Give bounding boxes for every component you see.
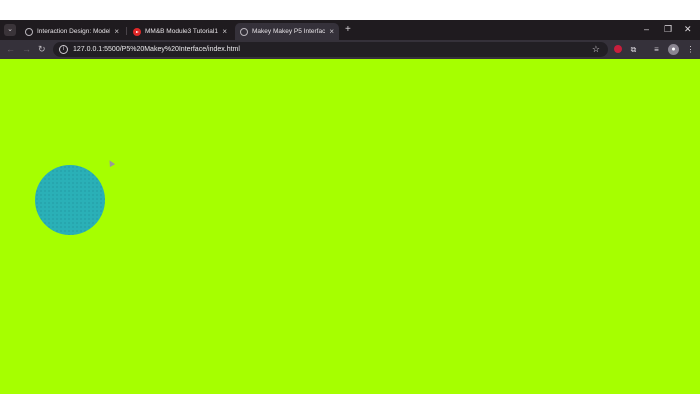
- tab-separator: [126, 27, 127, 35]
- youtube-icon: [133, 27, 141, 36]
- close-icon[interactable]: ×: [329, 27, 334, 36]
- restore-button[interactable]: ❐: [664, 23, 672, 35]
- menu-kebab-icon[interactable]: ⋮: [684, 43, 697, 56]
- close-icon[interactable]: ×: [222, 27, 227, 36]
- globe-icon: [25, 27, 33, 36]
- close-window-button[interactable]: ✕: [684, 23, 692, 35]
- url-text[interactable]: 127.0.0.1:5500/P5%20Makey%20Interface/in…: [73, 45, 240, 54]
- close-icon[interactable]: ×: [114, 27, 119, 36]
- forward-arrow-icon[interactable]: →: [22, 43, 31, 56]
- tab-youtube-tutorial[interactable]: MM&B Module3 Tutorial1 - You ×: [128, 23, 232, 40]
- extension-icon[interactable]: [614, 45, 622, 53]
- tab-makey-interface[interactable]: Makey Makey P5 Interface ×: [235, 23, 339, 40]
- browser-window: ⌄ Interaction Design: Modelling × MM&B M…: [0, 20, 700, 394]
- reload-icon[interactable]: ↻: [38, 43, 46, 56]
- globe-icon: [240, 27, 248, 36]
- profile-avatar[interactable]: ●: [668, 44, 679, 55]
- tab-strip: ⌄ Interaction Design: Modelling × MM&B M…: [0, 20, 700, 40]
- minimize-button[interactable]: –: [644, 23, 649, 35]
- site-info-icon[interactable]: i: [59, 45, 68, 54]
- tab-search-button[interactable]: ⌄: [4, 24, 16, 36]
- teal-circle: [35, 165, 105, 235]
- browser-toolbar: ← → ↻ i 127.0.0.1:5500/P5%20Makey%20Inte…: [0, 40, 700, 59]
- bookmark-star-icon[interactable]: ☆: [592, 43, 600, 56]
- back-arrow-icon[interactable]: ←: [6, 43, 15, 56]
- page-canvas[interactable]: [0, 59, 700, 394]
- tab-title: MM&B Module3 Tutorial1 - You: [145, 28, 218, 35]
- media-controls-icon[interactable]: ≡: [650, 43, 663, 56]
- mouse-cursor-icon: [106, 158, 116, 168]
- tab-interaction-design[interactable]: Interaction Design: Modelling ×: [20, 23, 124, 40]
- tab-title: Interaction Design: Modelling: [37, 28, 110, 35]
- address-bar[interactable]: i 127.0.0.1:5500/P5%20Makey%20Interface/…: [53, 42, 608, 57]
- new-tab-button[interactable]: +: [345, 24, 351, 36]
- tab-title: Makey Makey P5 Interface: [252, 28, 326, 35]
- extensions-puzzle-icon[interactable]: ⧉: [627, 43, 640, 56]
